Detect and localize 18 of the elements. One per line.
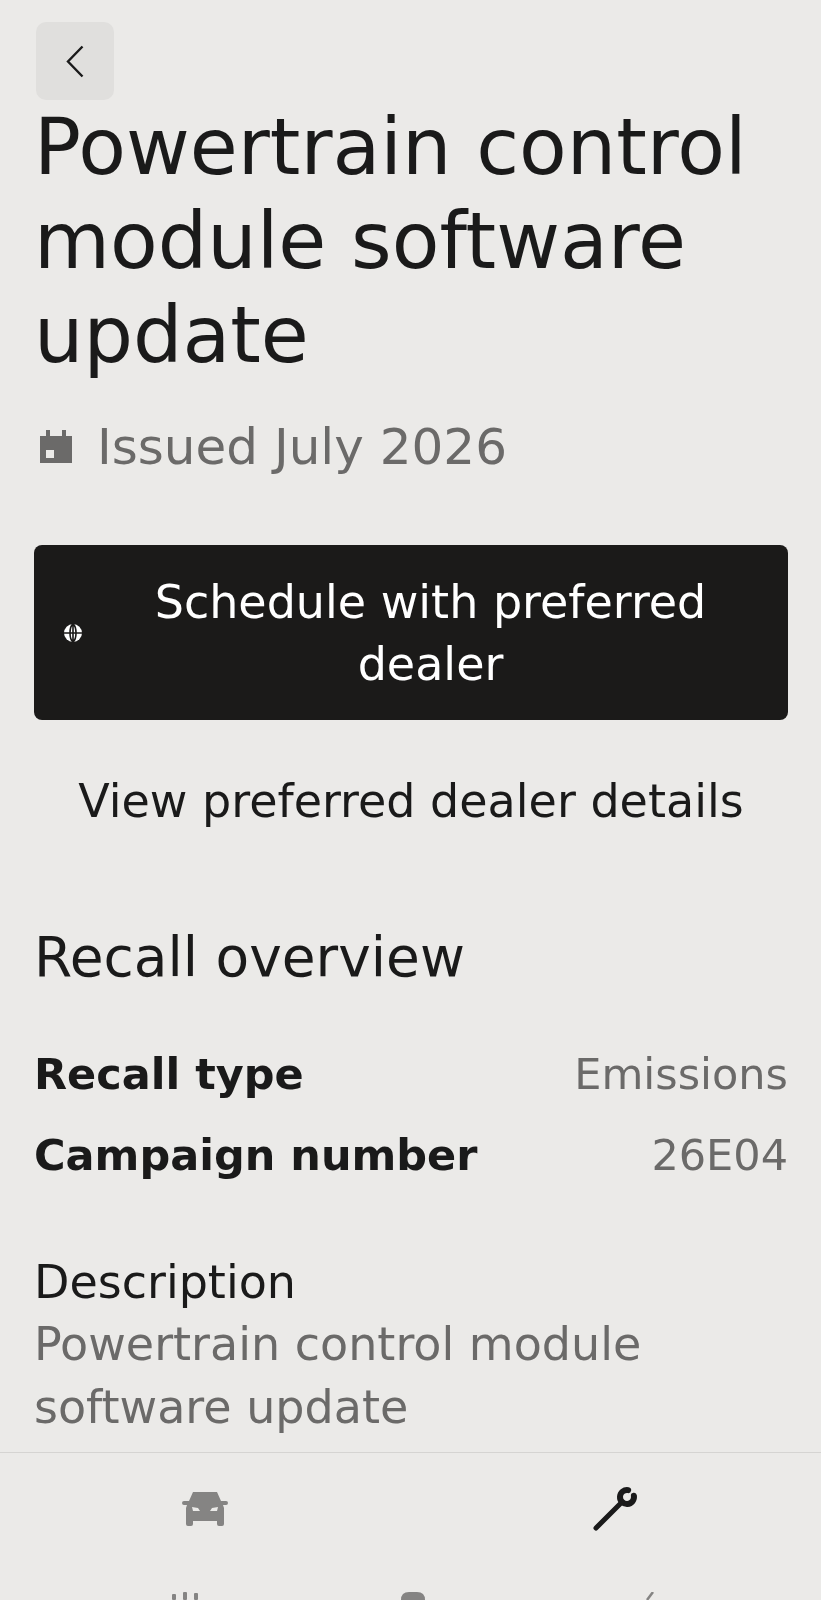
calendar-icon <box>38 430 74 464</box>
dealer-details-link[interactable]: View preferred dealer details <box>78 770 744 832</box>
field-label: Recall type <box>34 1048 304 1101</box>
description-label: Description <box>34 1254 297 1311</box>
section-heading: Recall overview <box>34 924 466 991</box>
dome-icon <box>400 1592 426 1600</box>
field-label: Campaign number <box>34 1129 478 1182</box>
chevron-left-icon <box>66 44 84 78</box>
field-value: 26E04 <box>651 1129 788 1182</box>
field-value: Emissions <box>574 1048 788 1101</box>
issued-date: Issued July 2026 <box>97 417 507 477</box>
description-text: Powertrain control module software update <box>34 1316 643 1436</box>
schedule-button[interactable]: Schedule with preferred dealer <box>34 545 788 720</box>
globe-icon <box>63 622 83 643</box>
slash-icon <box>646 1592 654 1600</box>
page-title: Powertrain control module software update <box>34 101 748 382</box>
bars-icon <box>170 1592 200 1600</box>
car-icon <box>180 1490 231 1526</box>
